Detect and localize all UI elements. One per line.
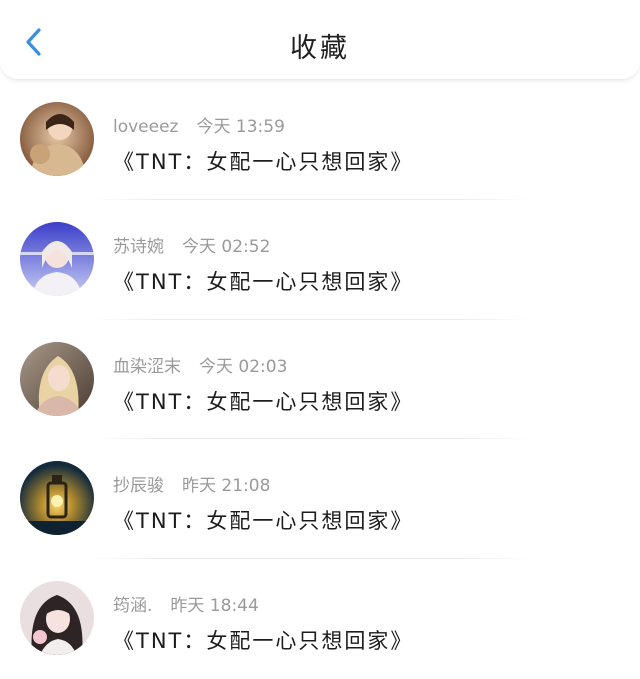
timestamp: 今天 02:52	[182, 236, 271, 257]
username[interactable]: loveeez	[113, 117, 179, 137]
list-item[interactable]: 血染涩末 今天 02:03 《TNT：女配一心只想回家》	[0, 320, 640, 440]
username[interactable]: 筠涵.	[113, 596, 152, 616]
favorites-list: loveeez 今天 13:59 《TNT：女配一心只想回家》 苏诗婉 今天 0…	[0, 80, 640, 679]
timestamp: 今天 02:03	[199, 356, 288, 377]
timestamp: 今天 13:59	[196, 117, 285, 137]
username[interactable]: 抄辰骏	[113, 476, 164, 496]
avatar[interactable]	[20, 341, 94, 416]
page-title: 收藏	[290, 33, 350, 64]
timestamp: 昨天 21:08	[182, 476, 271, 497]
favorite-title[interactable]: 《TNT：女配一心只想回家》	[113, 625, 413, 655]
list-item[interactable]: 苏诗婉 今天 02:52 《TNT：女配一心只想回家》	[0, 200, 640, 320]
top-bar: 收藏	[0, 0, 640, 80]
favorite-title[interactable]: 《TNT：女配一心只想回家》	[113, 386, 413, 416]
timestamp: 昨天 18:44	[170, 596, 259, 617]
username[interactable]: 血染涩末	[113, 357, 181, 377]
item-meta: 抄辰骏 昨天 21:08	[113, 471, 270, 496]
favorite-title[interactable]: 《TNT：女配一心只想回家》	[113, 266, 413, 296]
item-meta: 苏诗婉 今天 02:52	[113, 232, 270, 257]
avatar[interactable]	[20, 221, 94, 296]
list-item[interactable]: loveeez 今天 13:59 《TNT：女配一心只想回家》	[0, 80, 640, 200]
list-item[interactable]: 抄辰骏 昨天 21:08 《TNT：女配一心只想回家》	[0, 439, 640, 560]
list-item[interactable]: 筠涵. 昨天 18:44 《TNT：女配一心只想回家》	[0, 559, 640, 679]
avatar[interactable]	[20, 581, 94, 656]
avatar[interactable]	[20, 102, 94, 176]
username[interactable]: 苏诗婉	[113, 237, 164, 257]
item-meta: 血染涩末 今天 02:03	[113, 352, 287, 377]
item-meta: loveeez 今天 13:59	[113, 112, 285, 137]
favorite-title[interactable]: 《TNT：女配一心只想回家》	[113, 505, 413, 535]
favorite-title[interactable]: 《TNT：女配一心只想回家》	[113, 146, 413, 176]
avatar[interactable]	[20, 461, 94, 536]
item-meta: 筠涵. 昨天 18:44	[113, 591, 259, 616]
